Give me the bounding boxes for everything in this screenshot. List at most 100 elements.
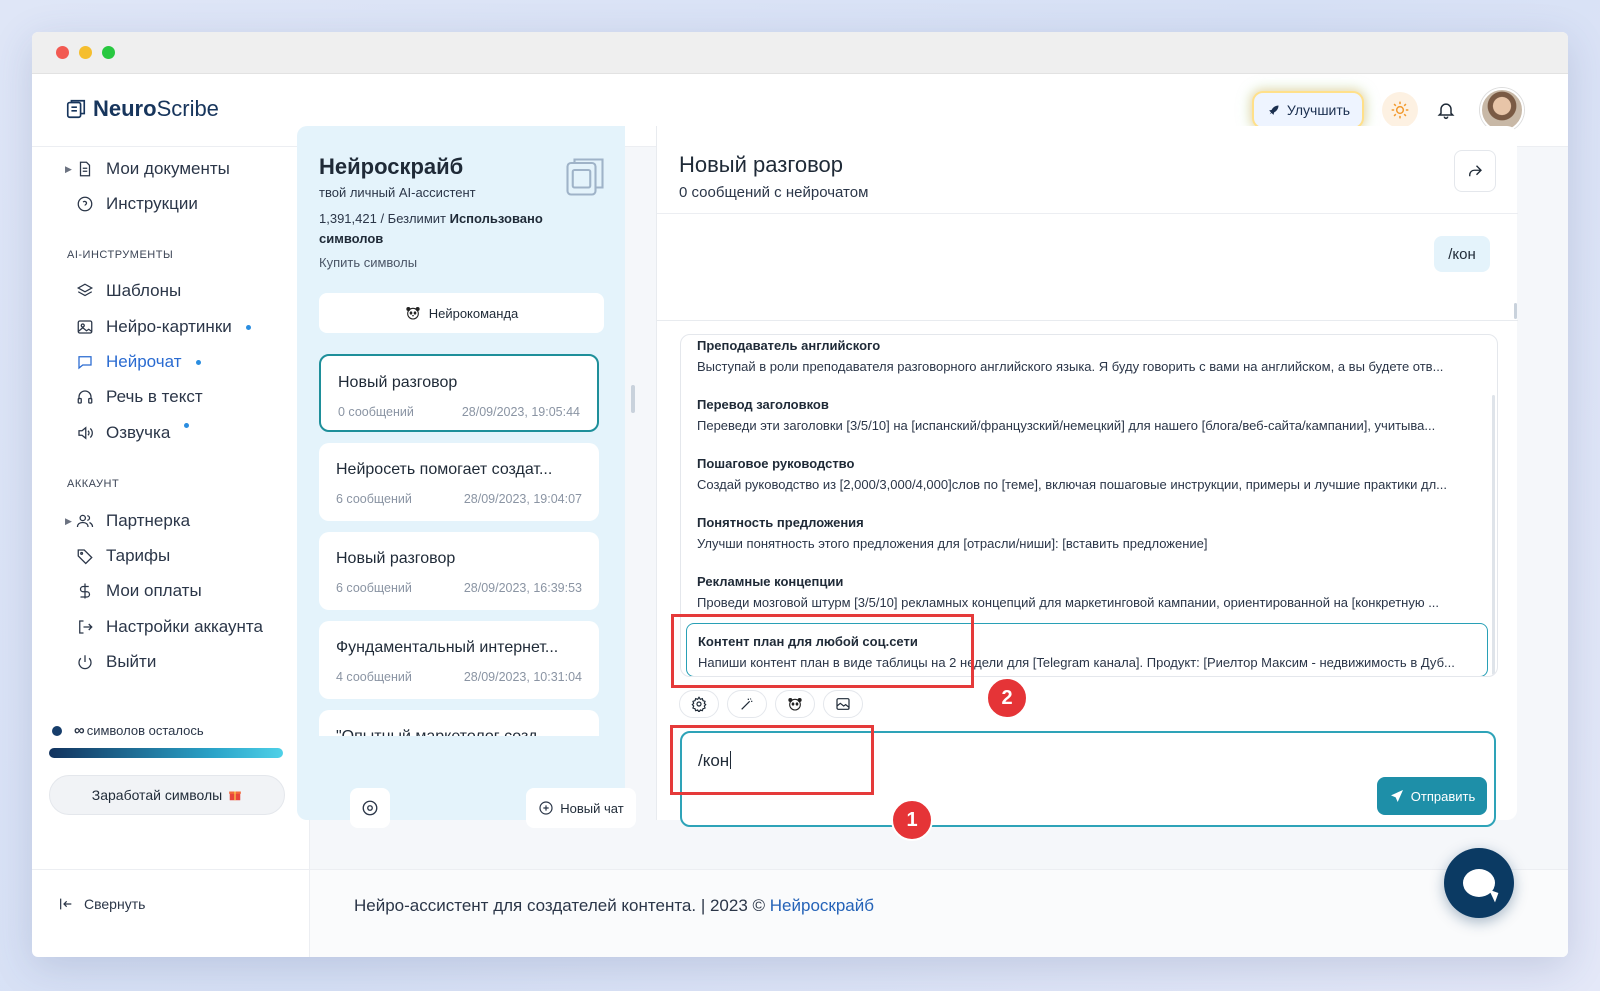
suggestion-title: Понятность предложения <box>697 515 864 530</box>
symbols-left: ∞ символов осталось <box>52 722 204 739</box>
chat-list: Новый разговор 0 сообщений 28/09/2023, 1… <box>319 354 605 736</box>
neuroteam-button[interactable]: Нейрокоманда <box>319 293 604 333</box>
collapse-sidebar-button[interactable]: Свернуть <box>58 896 145 912</box>
send-icon <box>1390 790 1403 802</box>
messages-scrollbar[interactable] <box>1514 303 1517 319</box>
symbols-infinity: ∞ <box>74 722 85 739</box>
new-indicator-dot <box>245 324 251 330</box>
step-badge-2: 2 <box>986 677 1028 719</box>
maximize-window-button[interactable] <box>102 46 115 59</box>
close-window-button[interactable] <box>56 46 69 59</box>
magic-wand-icon <box>741 698 753 710</box>
chat-messages-count: 6 сообщений <box>336 492 412 506</box>
chat-date: 28/09/2023, 19:05:44 <box>461 405 580 419</box>
send-button[interactable]: Отправить <box>1377 777 1487 815</box>
sidebar-item-payments[interactable]: Мои оплаты <box>76 581 202 601</box>
chat-item[interactable]: Фундаментальный интернет... 4 сообщений … <box>319 621 599 699</box>
account-section-label: АККАУНТ <box>67 478 120 490</box>
sidebar-item-account-settings[interactable]: Настройки аккаунта <box>76 617 263 637</box>
sidebar-item-templates[interactable]: Шаблоны <box>76 281 181 301</box>
sidebar-item-partners[interactable]: Партнерка <box>76 511 190 531</box>
chat-item[interactable]: Новый разговор 6 сообщений 28/09/2023, 1… <box>319 532 599 610</box>
sidebar-item-label: Нейрочат <box>106 352 182 371</box>
chat-settings-button[interactable] <box>350 788 390 828</box>
image-icon <box>836 698 850 710</box>
suggestion-item[interactable]: Перевод заголовков Переведи эти заголовк… <box>697 397 1487 433</box>
image-tool-button[interactable] <box>823 690 863 718</box>
suggestion-text: Улучши понятность этого предложения для … <box>697 536 1208 551</box>
settings-tool-button[interactable] <box>679 690 719 718</box>
sidebar: ▶ Мои документы Инструкции AI-ИНСТРУМЕНТ… <box>32 147 310 869</box>
sidebar-item-label: Мои документы <box>106 159 230 178</box>
suggestion-text: Создай руководство из [2,000/3,000/4,000… <box>697 477 1447 492</box>
sidebar-item-label: Нейро-картинки <box>106 317 232 336</box>
sidebar-item-speech-to-text[interactable]: Речь в текст <box>76 387 203 407</box>
chat-bubble-icon <box>1463 869 1495 897</box>
new-chat-label: Новый чат <box>560 800 624 816</box>
logo-text-regular: Scribe <box>156 96 219 121</box>
share-button[interactable] <box>1454 150 1496 192</box>
plus-circle-icon <box>539 801 553 815</box>
sidebar-item-label: Тарифы <box>106 546 171 565</box>
theme-toggle[interactable] <box>1382 92 1418 128</box>
suggestion-item[interactable]: Понятность предложения Улучши понятность… <box>697 515 1487 551</box>
upgrade-button[interactable]: Улучшить <box>1254 93 1362 127</box>
notifications-button[interactable] <box>1432 96 1460 124</box>
expand-caret-icon[interactable]: ▶ <box>65 164 72 175</box>
highlight-box-suggestion <box>671 614 974 688</box>
sidebar-item-neuro-images[interactable]: Нейро-картинки <box>76 317 251 337</box>
sidebar-footer: Свернуть <box>32 869 310 957</box>
sidebar-item-tariffs[interactable]: Тарифы <box>76 546 170 566</box>
suggestion-item[interactable]: Рекламные концепции Проведи мозговой шту… <box>697 574 1487 610</box>
assistant-subtitle: твой личный AI-ассистент <box>319 185 476 200</box>
suggestion-item[interactable]: Пошаговое руководство Создай руководство… <box>697 456 1487 492</box>
chat-item[interactable]: Новый разговор 0 сообщений 28/09/2023, 1… <box>319 354 599 432</box>
suggestion-item[interactable]: Преподаватель английского Выступай в рол… <box>697 338 1487 374</box>
sidebar-item-logout[interactable]: Выйти <box>76 652 156 672</box>
new-indicator-dot <box>184 422 190 428</box>
chat-item[interactable]: "Опытный маркетолог созд... <box>319 710 599 736</box>
symbols-count: 1,391,421 / Безлимит Использовано символ… <box>319 209 569 249</box>
chat-title: Фундаментальный интернет... <box>336 639 559 656</box>
page-footer: Нейро-ассистент для создателей контента.… <box>310 869 1568 957</box>
rocket-icon <box>1269 105 1279 115</box>
minimize-window-button[interactable] <box>79 46 92 59</box>
conversation-subtitle: 0 сообщений с нейрочатом <box>679 184 869 201</box>
new-chat-button[interactable]: Новый чат <box>526 788 636 828</box>
send-label: Отправить <box>1410 788 1476 804</box>
expand-caret-icon[interactable]: ▶ <box>65 516 72 527</box>
conversation-panel: Новый разговор 0 сообщений с нейрочатом … <box>656 126 1518 827</box>
chat-list-scrollbar[interactable] <box>631 385 635 413</box>
footer-copyright: Нейро-ассистент для создателей контента.… <box>354 896 770 915</box>
buy-symbols-link[interactable]: Купить символы <box>319 255 417 270</box>
support-chat-button[interactable] <box>1444 848 1514 918</box>
sidebar-item-label: Настройки аккаунта <box>106 617 263 636</box>
suggestion-title: Рекламные концепции <box>697 574 844 589</box>
sidebar-item-instructions[interactable]: Инструкции <box>76 194 198 214</box>
sidebar-item-documents[interactable]: Мои документы <box>76 159 230 179</box>
logo-text-bold: Neuro <box>93 96 157 121</box>
app-logo[interactable]: Neuro Scribe <box>65 96 219 122</box>
sidebar-item-label: Партнерка <box>106 511 191 530</box>
header-divider <box>657 213 1518 214</box>
sidebar-item-label: Шаблоны <box>106 281 182 300</box>
composer-toolbar <box>679 690 863 718</box>
help-circle-icon <box>77 196 93 212</box>
footer-text: Нейро-ассистент для создателей контента.… <box>354 896 874 916</box>
neuroteam-tool-button[interactable] <box>775 690 815 718</box>
suggestions-scrollbar[interactable] <box>1492 395 1495 675</box>
sidebar-item-label: Речь в текст <box>106 387 203 406</box>
magic-wand-tool-button[interactable] <box>727 690 767 718</box>
chat-messages-count: 6 сообщений <box>336 581 412 595</box>
symbols-count-value: 1,391,421 <box>319 211 377 226</box>
chat-messages-count: 4 сообщений <box>336 670 412 684</box>
chat-messages-count: 0 сообщений <box>338 405 414 419</box>
collapse-icon <box>60 898 72 910</box>
chat-title: "Опытный маркетолог созд... <box>336 728 576 736</box>
sidebar-item-voiceover[interactable]: Озвучка <box>76 422 190 443</box>
sidebar-item-neurochat[interactable]: Нейрочат <box>76 352 201 372</box>
conversation-title: Новый разговор <box>679 152 844 177</box>
earn-symbols-button[interactable]: Заработай символы <box>49 775 285 815</box>
chat-item[interactable]: Нейросеть помогает создат... 6 сообщений… <box>319 443 599 521</box>
footer-link[interactable]: Нейроскрайб <box>770 896 874 915</box>
